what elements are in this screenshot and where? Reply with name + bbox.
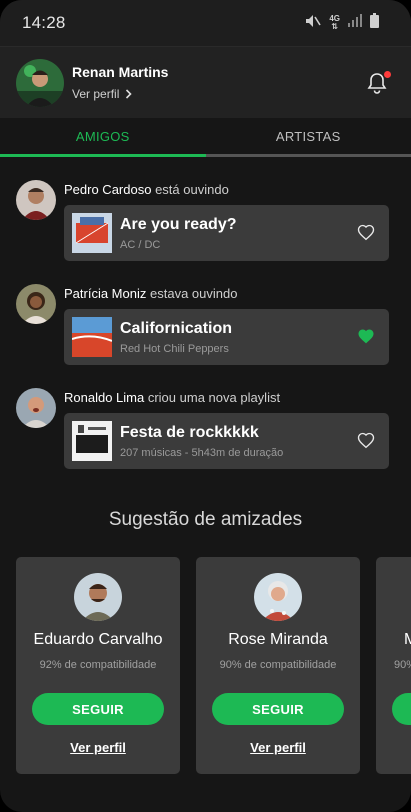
tab-bar: AMIGOS ARTISTAS (0, 118, 411, 157)
chevron-right-icon (126, 89, 132, 99)
follow-button[interactable]: SEGUIR (212, 693, 344, 725)
list-item: Patrícia Moniz estava ouvindo Californic… (16, 282, 396, 386)
battery-icon (370, 13, 379, 33)
view-profile-link[interactable]: Ver perfil (70, 740, 126, 755)
view-profile-link[interactable]: Ver perfil (72, 87, 168, 101)
compatibility-text: 90% de compatibilidade (219, 659, 337, 671)
friend-avatar[interactable] (16, 180, 56, 220)
tab-amigos-label: AMIGOS (75, 129, 130, 144)
status-bar: 14:28 4G ⇅ (0, 0, 411, 46)
suggestion-card: Eduardo Carvalho 92% de compatibilidade … (16, 557, 180, 774)
activity-text: Ronaldo Lima criou uma nova playlist (64, 390, 280, 405)
user-name: Renan Martins (72, 64, 169, 80)
track-card[interactable]: Californication Red Hot Chili Peppers (64, 309, 389, 365)
compatibility-text: 92% de compatibilidade (39, 659, 157, 671)
status-time: 14:28 (22, 13, 66, 32)
suggestions-carousel[interactable]: Eduardo Carvalho 92% de compatibilidade … (16, 557, 411, 775)
suggestion-name: Eduardo Carvalho (33, 631, 163, 648)
suggestions-title: Sugestão de amizades (108, 509, 303, 530)
phone-screen: 14:28 4G ⇅ Renan Martins Ver perfil AMIG… (0, 0, 411, 812)
suggestion-name: Rose Miranda (228, 631, 328, 648)
signal-icon (348, 14, 362, 32)
tab-indicator (0, 154, 206, 157)
album-cover (72, 213, 112, 253)
track-title: Californication (120, 319, 233, 337)
mute-icon (305, 14, 322, 33)
playlist-cover (72, 421, 112, 461)
track-title: Are you ready? (120, 215, 237, 233)
status-icons: 4G ⇅ (305, 13, 379, 33)
notification-dot (384, 70, 391, 78)
suggestion-avatar[interactable] (254, 573, 302, 621)
network-4g-icon: 4G ⇅ (329, 15, 340, 31)
follow-button[interactable]: SEGUIR (32, 693, 164, 725)
activity-text: Patrícia Moniz estava ouvindo (64, 286, 237, 301)
track-artist: Red Hot Chili Peppers (120, 342, 229, 355)
heart-outline-icon[interactable] (357, 224, 375, 242)
tab-artistas-label: ARTISTAS (275, 129, 341, 144)
transfer-arrows-icon: ⇅ (331, 22, 339, 31)
compatibility-text: 90% (394, 659, 411, 671)
profile-header: Renan Martins Ver perfil (0, 46, 411, 118)
activity-action: está ouvindo (155, 182, 229, 197)
friend-avatar[interactable] (16, 284, 56, 324)
notifications-button[interactable] (365, 70, 391, 95)
track-card[interactable]: Are you ready? AC / DC (64, 205, 389, 261)
suggestion-avatar[interactable] (74, 573, 122, 621)
heart-outline-icon[interactable] (357, 432, 375, 450)
tab-divider (205, 154, 411, 157)
album-cover (72, 317, 112, 357)
friend-name[interactable]: Pedro Cardoso (64, 182, 151, 197)
activity-action: estava ouvindo (150, 286, 238, 301)
tab-artistas[interactable]: ARTISTAS (205, 118, 411, 157)
playlist-title: Festa de rockkkkk (120, 423, 259, 441)
friend-avatar[interactable] (16, 388, 56, 428)
friend-name[interactable]: Ronaldo Lima (64, 390, 144, 405)
follow-button[interactable] (392, 693, 411, 725)
friend-name[interactable]: Patrícia Moniz (64, 286, 146, 301)
suggestion-card-partial: M 90% (376, 557, 411, 774)
activity-text: Pedro Cardoso está ouvindo (64, 182, 229, 197)
suggestion-card: Rose Miranda 90% de compatibilidade SEGU… (196, 557, 360, 774)
friends-activity-feed: Pedro Cardoso está ouvindo Are you ready… (16, 178, 396, 490)
view-profile-label: Ver perfil (72, 87, 120, 101)
track-artist: AC / DC (120, 238, 161, 251)
tab-amigos[interactable]: AMIGOS (0, 118, 206, 157)
playlist-card[interactable]: Festa de rockkkkk 207 músicas - 5h43m de… (64, 413, 389, 469)
user-avatar[interactable] (16, 58, 64, 107)
list-item: Pedro Cardoso está ouvindo Are you ready… (16, 178, 396, 282)
activity-action: criou uma nova playlist (147, 390, 281, 405)
view-profile-link[interactable]: Ver perfil (250, 740, 306, 755)
suggestion-name: M (404, 631, 411, 648)
list-item: Ronaldo Lima criou uma nova playlist Fes… (16, 386, 396, 490)
heart-filled-icon[interactable] (357, 328, 375, 346)
playlist-info: 207 músicas - 5h43m de duração (120, 446, 284, 459)
